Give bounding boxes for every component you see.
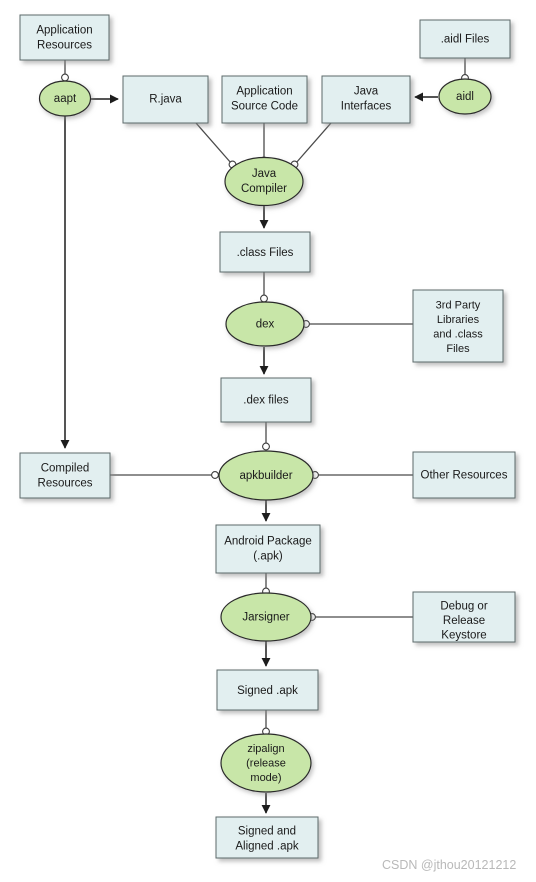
watermark: CSDN @jthou20121212 [382, 858, 516, 872]
node-label: Compiled [41, 463, 90, 475]
node-java-interfaces[interactable]: Java Interfaces [321, 75, 411, 124]
edge-endpoint-dot [262, 442, 270, 451]
node-label: Signed and [238, 826, 296, 838]
node-label: Java [252, 168, 277, 180]
edge-endpoint-dot [260, 294, 268, 303]
node-label: Interfaces [341, 101, 392, 113]
node-r-java[interactable]: R.java [122, 75, 209, 124]
edge-java-interfaces-to-java-compiler [295, 122, 332, 164]
edge-endpoint-dot [61, 73, 69, 82]
edge-endpoint-dot [211, 471, 219, 479]
node-label: aapt [54, 93, 77, 105]
node-label: .aidl Files [441, 34, 490, 46]
node-label: Resources [38, 478, 93, 490]
node-label: zipalign [247, 743, 284, 755]
node-signed-apk[interactable]: Signed .apk [216, 669, 319, 711]
node-label: Source Code [231, 101, 298, 113]
node-aidl[interactable]: aidl [438, 78, 492, 115]
node-label: mode) [250, 772, 281, 784]
node-application-source-code[interactable]: Application Source Code [221, 75, 308, 124]
node-other-resources[interactable]: Other Resources [412, 451, 516, 499]
node-keystore[interactable]: Debug or Release Keystore [412, 591, 516, 643]
node-compiled-resources[interactable]: Compiled Resources [19, 452, 111, 499]
node-label: .class Files [237, 247, 294, 259]
node-aidl-files[interactable]: .aidl Files [419, 19, 511, 59]
edge-rjava-to-java-compiler [195, 122, 232, 164]
node-android-package[interactable]: Android Package (.apk) [215, 524, 321, 574]
node-zipalign[interactable]: zipalign (release mode) [220, 733, 312, 793]
node-label: Release [443, 615, 485, 627]
node-application-resources[interactable]: Application Resources [19, 14, 110, 61]
node-class-files[interactable]: .class Files [219, 231, 311, 273]
node-dex-files[interactable]: .dex files [220, 377, 312, 423]
node-third-party-libraries[interactable]: 3rd Party Libraries and .class Files [412, 289, 504, 363]
node-label: Keystore [441, 630, 486, 642]
node-label: Signed .apk [237, 685, 298, 697]
node-signed-aligned-apk[interactable]: Signed and Aligned .apk [215, 816, 319, 859]
node-dex[interactable]: dex [225, 301, 305, 347]
node-label: Aligned .apk [235, 841, 299, 853]
flowchart-canvas: Application Resources aapt R.java Applic… [19, 14, 516, 872]
node-label: .dex files [243, 395, 289, 407]
node-label: Application [36, 25, 92, 37]
node-label: Application [236, 86, 292, 98]
node-jarsigner[interactable]: Jarsigner [220, 592, 312, 642]
node-label: (.apk) [253, 551, 283, 563]
android-build-process-diagram: Application Resources aapt R.java Applic… [0, 0, 536, 882]
node-label: Jarsigner [242, 612, 289, 624]
node-apkbuilder[interactable]: apkbuilder [218, 450, 314, 501]
node-label: dex [256, 319, 275, 331]
node-label: and .class [433, 328, 483, 340]
node-label: Compiler [241, 183, 287, 195]
node-label: apkbuilder [239, 470, 292, 482]
node-java-compiler[interactable]: Java Compiler [224, 156, 304, 207]
node-label: 3rd Party [436, 299, 481, 311]
node-label: R.java [149, 94, 182, 106]
node-label: aidl [456, 91, 474, 103]
node-aapt[interactable]: aapt [38, 80, 92, 117]
node-label: Files [446, 343, 470, 355]
node-label: Resources [37, 40, 92, 52]
node-label: Other Resources [421, 470, 508, 482]
node-label: Libraries [437, 314, 480, 326]
node-label: Android Package [224, 536, 312, 548]
node-label: Debug or [440, 601, 487, 613]
node-label: (release [246, 757, 286, 769]
node-label: Java [354, 86, 379, 98]
